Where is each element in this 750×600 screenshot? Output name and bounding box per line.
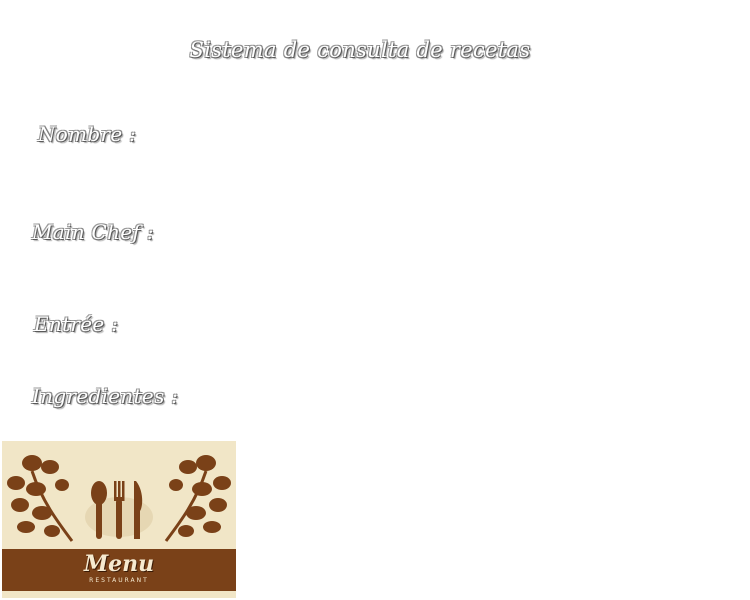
entree-label: Entrée : — [34, 312, 119, 336]
ingredientes-label: Ingredientes : — [32, 384, 179, 408]
menu-logo-image: Menu RESTAURANT — [2, 441, 236, 598]
nombre-label: Nombre : — [38, 122, 137, 146]
menu-subtitle: RESTAURANT — [89, 577, 149, 584]
menu-title: Menu — [83, 551, 155, 577]
menu-banner: Menu RESTAURANT — [2, 549, 236, 591]
main-chef-label: Main Chef : — [32, 220, 154, 244]
page-title: Sistema de consulta de recetas — [189, 38, 531, 62]
cutlery-icon — [7, 455, 231, 542]
